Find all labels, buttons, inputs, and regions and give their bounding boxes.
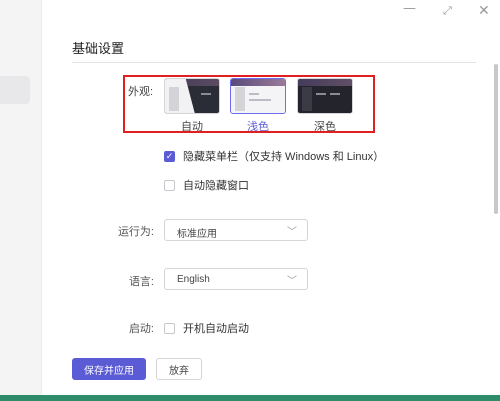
startup-option-label: 开机自动启动 (183, 323, 249, 335)
auto-hide-window-option[interactable]: 自动隐藏窗口 (164, 177, 249, 193)
divider (72, 62, 476, 63)
startup-option[interactable]: 开机自动启动 (164, 320, 249, 336)
close-icon[interactable]: ✕ (478, 4, 490, 18)
page-title: 基础设置 (72, 41, 125, 56)
theme-option-light[interactable]: 浅色 (230, 78, 286, 133)
chevron-down-icon: ﹀ (287, 276, 297, 287)
hide-menu-bar-label: 隐藏菜单栏（仅支持 Windows 和 Linux） (183, 151, 385, 163)
save-apply-button[interactable]: 保存并应用 (72, 358, 146, 380)
hide-menu-bar-option[interactable]: ✓ 隐藏菜单栏（仅支持 Windows 和 Linux） (164, 148, 384, 164)
appearance-label: 外观: (128, 86, 154, 98)
run-as-value: 标准应用 (177, 229, 217, 240)
auto-hide-checkbox[interactable] (164, 179, 175, 191)
language-value: English (177, 274, 210, 285)
theme-option-dark[interactable]: 深色 (297, 78, 353, 133)
scrollbar[interactable] (494, 64, 498, 214)
theme-thumbnail-auto (164, 78, 220, 114)
language-select[interactable]: English ﹀ (164, 268, 308, 290)
run-as-label: 运行为: (117, 226, 154, 238)
theme-label-dark: 深色 (314, 121, 336, 133)
theme-label-light: 浅色 (247, 121, 269, 133)
startup-checkbox[interactable] (164, 322, 175, 334)
chevron-down-icon: ﹀ (287, 227, 297, 238)
theme-option-auto[interactable]: 自动 (164, 78, 220, 133)
theme-thumbnail-light (230, 78, 286, 114)
check-icon[interactable]: ✓ (164, 150, 175, 162)
theme-label-auto: 自动 (181, 121, 203, 133)
discard-button[interactable]: 放弃 (156, 358, 202, 380)
minimize-icon[interactable]: — (403, 2, 416, 16)
auto-hide-window-label: 自动隐藏窗口 (183, 180, 249, 192)
sidebar-item-basic-settings[interactable] (0, 76, 30, 104)
maximize-icon[interactable]: ⤢ (443, 4, 452, 18)
theme-thumbnail-dark (297, 78, 353, 114)
language-label: 语言: (128, 276, 154, 288)
startup-label: 启动: (128, 323, 154, 335)
bottom-bar (0, 395, 500, 401)
sidebar (0, 0, 42, 395)
run-as-select[interactable]: 标准应用 ﹀ (164, 219, 308, 241)
